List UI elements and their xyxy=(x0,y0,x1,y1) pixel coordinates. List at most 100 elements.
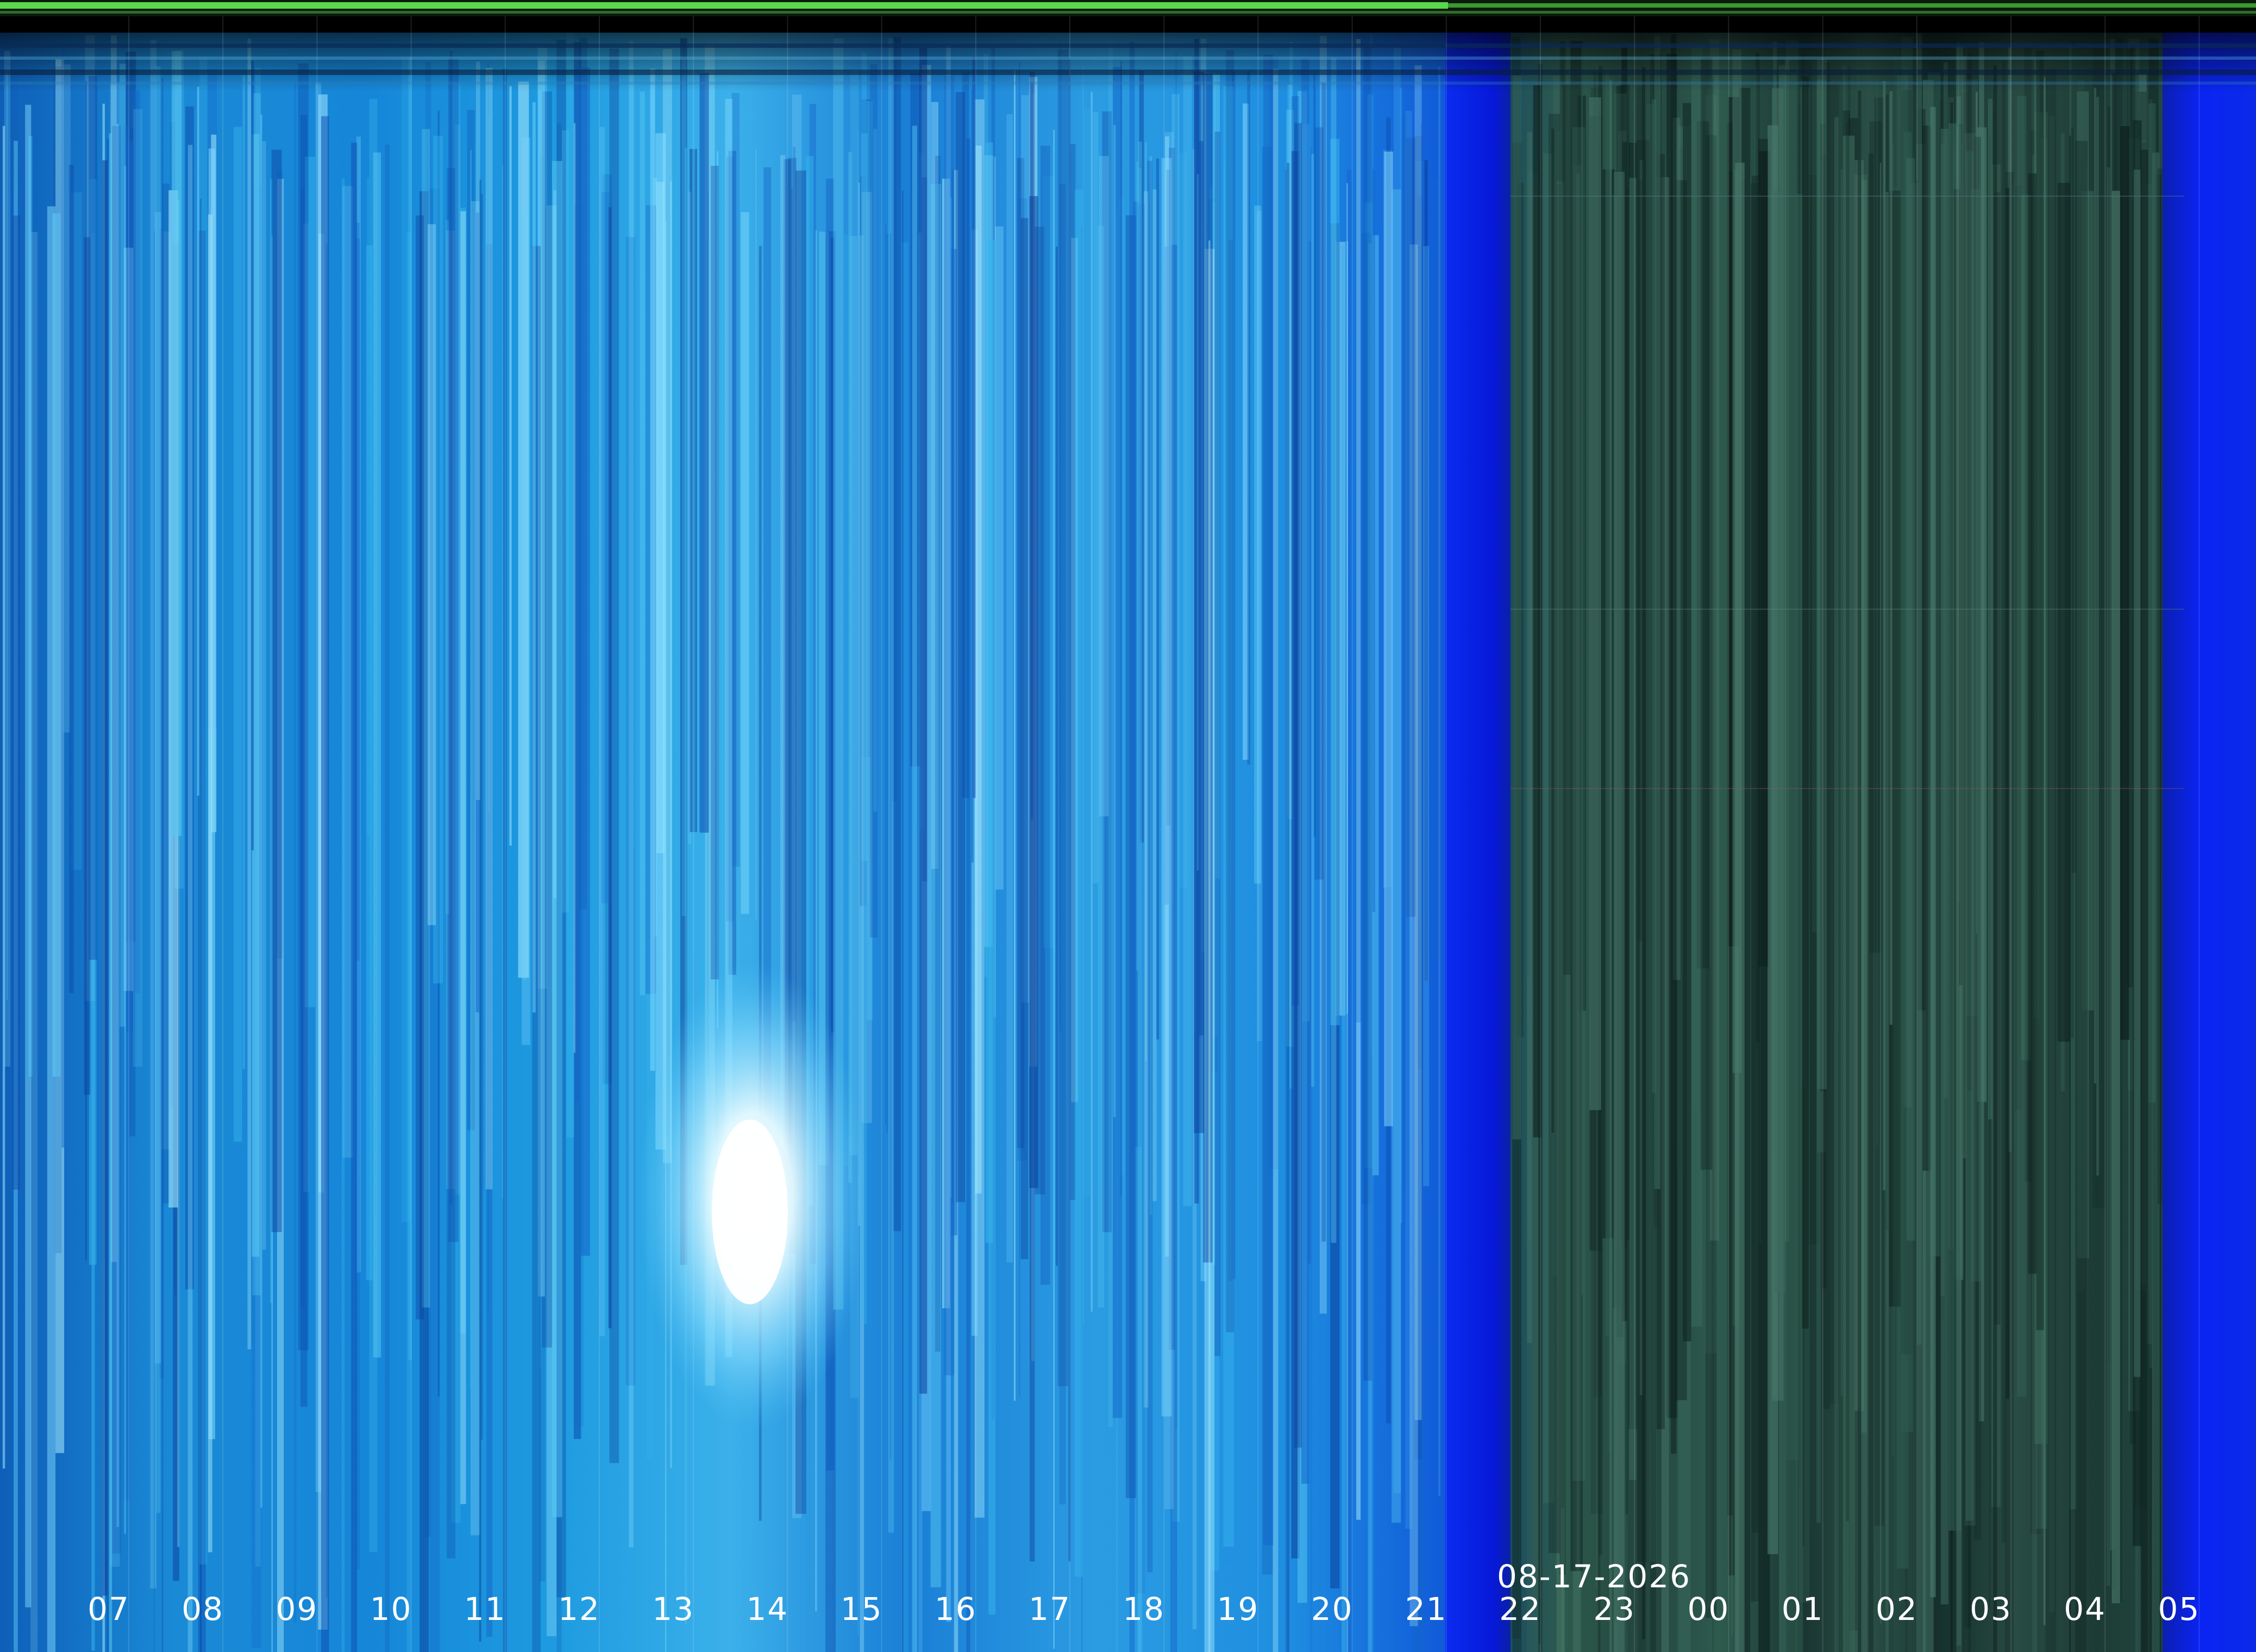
hour-label-23: 23 xyxy=(1593,1591,1636,1628)
day-streak xyxy=(84,237,91,1095)
day-streak xyxy=(385,144,390,1652)
day-streak xyxy=(154,212,161,1363)
night-streak xyxy=(1858,90,1862,1652)
day-streak xyxy=(995,226,1004,890)
day-streak xyxy=(25,104,32,1607)
day-streak xyxy=(1392,189,1401,1523)
night-streak xyxy=(1868,153,1873,1652)
night-streak xyxy=(1959,124,1963,985)
day-streak xyxy=(731,93,740,867)
day-streak xyxy=(6,71,8,1000)
night-streak xyxy=(1683,103,1691,1342)
night-streak xyxy=(1879,162,1882,1624)
day-streak xyxy=(47,206,56,1652)
day-streak xyxy=(126,140,133,1032)
day-streak xyxy=(919,48,928,1394)
night-streak xyxy=(1774,191,1781,1293)
day-streak xyxy=(552,161,562,1517)
day-streak xyxy=(1198,141,1204,1036)
night-streak xyxy=(2141,142,2147,1652)
day-streak xyxy=(1263,54,1274,1545)
night-streak xyxy=(1836,116,1839,1034)
day-streak xyxy=(373,152,381,1358)
day-streak xyxy=(1431,178,1439,961)
night-streak xyxy=(2036,50,2044,1330)
night-streak xyxy=(1646,104,1657,1562)
night-streak xyxy=(1876,82,1878,1146)
hour-grid-line xyxy=(1634,16,1635,1652)
night-streak xyxy=(1551,128,1555,1133)
day-streak xyxy=(971,89,974,863)
top-dark-strip xyxy=(0,15,2256,91)
day-streak xyxy=(1321,83,1326,1242)
hour-grid-line xyxy=(787,16,788,1652)
day-streak xyxy=(251,60,254,850)
date-label: 08-17-2026 xyxy=(1497,1558,1691,1595)
hour-label-20: 20 xyxy=(1311,1591,1353,1628)
hour-label-02: 02 xyxy=(1875,1591,1918,1628)
day-streak xyxy=(857,132,859,1636)
hour-label-15: 15 xyxy=(840,1591,883,1628)
keogram-image xyxy=(0,0,2256,1652)
hour-grid-line xyxy=(2104,16,2106,1652)
night-streak xyxy=(1609,80,1612,1652)
hour-label-21: 21 xyxy=(1405,1591,1447,1628)
night-streak xyxy=(2075,141,2088,1652)
night-streak xyxy=(1512,75,1521,1140)
hour-grid-line xyxy=(1069,16,1070,1652)
night-streak xyxy=(1572,127,1586,1481)
hour-grid-line xyxy=(1257,16,1259,1652)
day-streak xyxy=(1287,162,1290,1652)
day-streak xyxy=(902,190,904,1652)
day-streak xyxy=(688,191,692,844)
day-streak xyxy=(1285,170,1287,1652)
day-streak xyxy=(1311,154,1314,1087)
day-streak xyxy=(935,155,941,1352)
night-streak xyxy=(1629,178,1637,1480)
day-streak xyxy=(242,75,246,1069)
day-streak xyxy=(199,57,208,1565)
day-streak xyxy=(755,148,757,920)
day-streak xyxy=(124,166,126,1534)
day-streak xyxy=(2,126,5,1469)
hour-grid-line xyxy=(1351,16,1353,1652)
hour-grid-line xyxy=(1916,16,1917,1652)
night-streak xyxy=(1589,97,1601,1110)
day-streak xyxy=(321,116,329,1652)
night-streak xyxy=(1735,162,1745,1652)
day-streak xyxy=(625,237,636,1386)
day-streak xyxy=(1057,49,1069,1386)
day-streak xyxy=(650,68,655,1071)
night-streak xyxy=(1930,107,1936,1598)
hour-label-08: 08 xyxy=(181,1591,224,1628)
day-streak xyxy=(870,64,878,938)
day-streak xyxy=(699,73,709,833)
day-streak xyxy=(1342,246,1346,1652)
day-streak xyxy=(988,240,996,1615)
day-streak xyxy=(509,86,512,846)
day-streak xyxy=(1273,69,1279,1652)
dawn-band xyxy=(2163,33,2256,1652)
day-streak xyxy=(197,86,199,796)
day-streak xyxy=(61,47,65,1148)
night-streak xyxy=(1883,80,1886,1191)
hour-label-07: 07 xyxy=(87,1591,130,1628)
hour-grid-line xyxy=(1822,16,1823,1652)
hour-label-05: 05 xyxy=(2158,1591,2201,1628)
day-streak xyxy=(460,211,466,1504)
day-streak xyxy=(428,224,436,925)
day-streak xyxy=(1113,124,1116,1117)
night-streak xyxy=(1671,34,1677,1454)
night-streak xyxy=(1605,70,1609,1336)
night-streak xyxy=(1817,59,1827,1090)
day-streak xyxy=(366,245,373,1281)
day-streak xyxy=(793,147,796,1022)
night-streak xyxy=(2133,170,2141,1377)
hour-grid-line xyxy=(410,16,412,1652)
hour-label-19: 19 xyxy=(1217,1591,1259,1628)
night-streak xyxy=(1559,41,1566,1575)
day-streak xyxy=(271,149,282,1232)
hour-grid-line xyxy=(1445,16,1447,1652)
day-streak xyxy=(640,91,645,996)
day-streak xyxy=(102,160,108,1596)
